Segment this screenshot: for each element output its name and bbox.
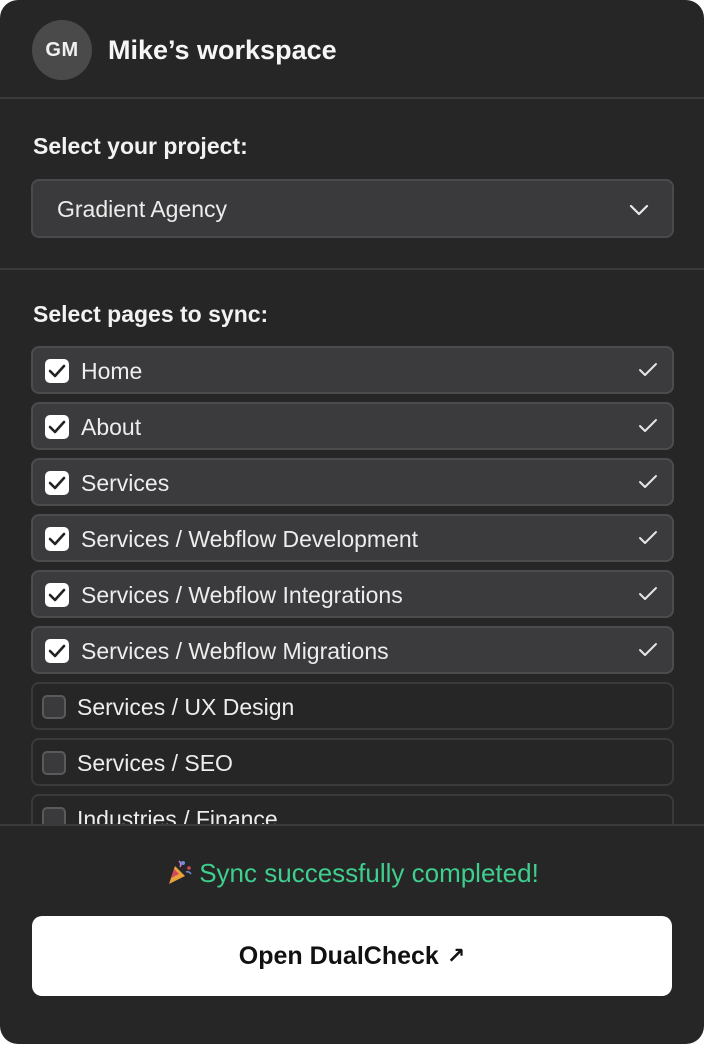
page-row[interactable]: Industries / Finance (31, 794, 674, 824)
section-divider (0, 268, 704, 270)
page-row[interactable]: Services / Webflow Integrations (31, 570, 674, 618)
synced-check-icon (639, 475, 657, 488)
avatar[interactable]: GM (32, 20, 92, 80)
pages-section-label: Select pages to sync: (33, 301, 269, 327)
checkbox-checked[interactable] (45, 583, 69, 607)
page-row[interactable]: Services / Webflow Migrations (31, 626, 674, 674)
project-select-value: Gradient Agency (57, 196, 228, 222)
page-row-label: Services (81, 470, 170, 496)
checkbox-checked[interactable] (45, 471, 69, 495)
external-arrow-icon: ↗ (446, 943, 466, 968)
synced-check-icon (639, 531, 657, 544)
page-row-label: Home (81, 358, 143, 384)
page-row[interactable]: Services / UX Design (31, 682, 674, 730)
page-row-label: Services / Webflow Development (81, 526, 419, 552)
project-section-label: Select your project: (33, 133, 248, 159)
page-row-label: Industries / Finance (77, 806, 278, 824)
sync-panel: GM Mike’s workspace Select your project:… (0, 0, 704, 1044)
synced-check-icon (639, 643, 657, 656)
page-row-label: Services / UX Design (77, 694, 295, 720)
footer-divider (0, 824, 704, 826)
pages-list[interactable]: Home About Services Services / Webflow Deve… (0, 346, 704, 824)
page-row[interactable]: Home (31, 346, 674, 394)
header: GM Mike’s workspace (0, 0, 704, 99)
synced-check-icon (639, 587, 657, 600)
page-row[interactable]: About (31, 402, 674, 450)
chevron-down-icon (629, 204, 649, 216)
checkbox-unchecked[interactable] (42, 695, 66, 719)
open-dualcheck-button[interactable]: Open DualCheck ↗ (32, 916, 672, 996)
checkbox-unchecked[interactable] (42, 807, 66, 824)
project-select[interactable]: Gradient Agency (31, 179, 674, 238)
page-row[interactable]: Services (31, 458, 674, 506)
checkbox-checked[interactable] (45, 359, 69, 383)
sync-status-text: Sync successfully completed! (199, 858, 539, 888)
checkbox-checked[interactable] (45, 527, 69, 551)
checkbox-checked[interactable] (45, 415, 69, 439)
page-row-label: Services / Webflow Integrations (81, 582, 403, 608)
checkbox-unchecked[interactable] (42, 751, 66, 775)
open-dualcheck-label: Open DualCheck (238, 941, 439, 970)
page-row[interactable]: Services / Webflow Development (31, 514, 674, 562)
checkbox-checked[interactable] (45, 639, 69, 663)
page-row[interactable]: Services / SEO (31, 738, 674, 786)
page-row-label: Services / Webflow Migrations (81, 638, 389, 664)
confetti-icon (165, 858, 193, 889)
page-row-label: About (81, 414, 142, 440)
synced-check-icon (639, 419, 657, 432)
workspace-title: Mike’s workspace (108, 35, 337, 65)
synced-check-icon (639, 363, 657, 376)
sync-status: Sync successfully completed! (0, 858, 704, 889)
page-row-label: Services / SEO (77, 750, 233, 776)
